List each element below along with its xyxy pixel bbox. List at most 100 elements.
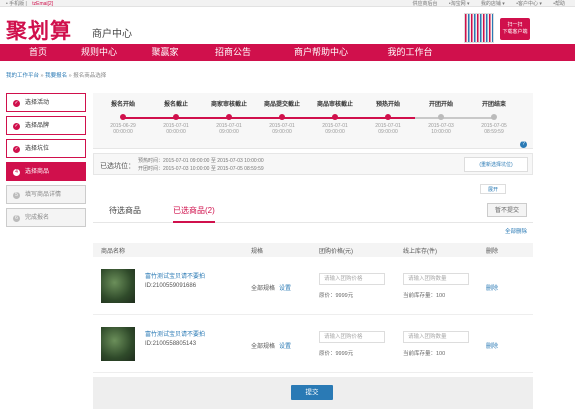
- nav-home[interactable]: 首页: [18, 44, 58, 61]
- timeline-time: 00:00:00: [113, 129, 133, 135]
- timeline-dot: [120, 114, 126, 120]
- col-group-price: 团购价格(元): [319, 249, 353, 255]
- step-label: 填写商品详情: [25, 192, 62, 198]
- product-spec: 全部规格 设置: [251, 341, 291, 350]
- timeline-node: 开团开始 2015-07-03 10:00:00: [414, 99, 468, 135]
- step-number-icon: 4: [13, 169, 20, 176]
- breadcrumb-signup[interactable]: 我要报名: [45, 73, 67, 79]
- step-label: 选择坑位: [25, 146, 50, 152]
- app-button-line1: 扫一扫: [507, 22, 523, 28]
- timeline-node: 商家审核截止 2015-07-01 09:00:00: [202, 99, 256, 135]
- group-price-input[interactable]: 请输入团购价格: [319, 273, 385, 285]
- expand-button[interactable]: 展开: [480, 184, 506, 194]
- qr-code-icon: [464, 13, 494, 43]
- timeline-title: 开团开始: [428, 102, 453, 108]
- main-nav: 首页 规则中心 聚赢家 招商公告 商户帮助中心 我的工作台: [0, 44, 575, 61]
- download-app-button[interactable]: 扫一扫 下载客户端: [500, 18, 530, 40]
- group-price-input[interactable]: 请输入团购价格: [319, 331, 385, 343]
- group-quantity-input[interactable]: 请输入团购数量: [403, 331, 469, 343]
- spec-settings-link[interactable]: 设置: [279, 344, 291, 350]
- site-header: 聚划算 商户中心 扫一扫 下载客户端: [0, 7, 575, 44]
- table-row: 富竹测试宝贝请不要拍 ID:2100558805143 全部规格 设置 请输入团购…: [93, 319, 533, 373]
- timeline-time: 09:00:00: [378, 129, 398, 135]
- timeline-title: 商品审核截止: [316, 102, 353, 108]
- spec-text: 全部规格: [251, 344, 276, 350]
- original-price: 原价：9999元: [319, 293, 354, 299]
- topbar-right: 供应商后台 •淘宝网 ▾ 我的店铺 ▾ •客户中心 ▾ •帮助: [402, 0, 565, 7]
- step-select-product[interactable]: 4 选择商品: [6, 162, 86, 181]
- timeline-title: 商品提交截止: [263, 102, 300, 108]
- tab-selected-products[interactable]: 已选商品(2): [173, 205, 215, 223]
- check-icon: ✓: [13, 100, 20, 107]
- product-name-link[interactable]: 富竹测试宝贝请不要拍: [145, 271, 205, 280]
- current-stock: 当前库存量：100: [403, 293, 446, 299]
- delete-all-link[interactable]: 全部删除: [505, 227, 527, 235]
- selected-slot-panel: 已选坑位： 预热时间：2015-07-01 09:00:00 至 2015-07…: [93, 153, 533, 175]
- delete-link[interactable]: 删除: [486, 341, 498, 350]
- preheat-time: 预热时间：2015-07-01 09:00:00 至 2015-07-03 10…: [138, 158, 264, 164]
- nav-workbench[interactable]: 我的工作台: [378, 44, 442, 61]
- step-select-slot[interactable]: ✓ 选择坑位: [6, 139, 86, 158]
- timeline-dot: [491, 114, 497, 120]
- product-name-link[interactable]: 富竹测试宝贝请不要拍: [145, 329, 205, 338]
- timeline-dot: [279, 114, 285, 120]
- product-id: ID:2100558805143: [145, 341, 197, 347]
- current-stock: 当前库存量：100: [403, 351, 446, 357]
- col-product-name: 商品名称: [101, 249, 126, 255]
- juhuasuan-logo[interactable]: 聚划算: [6, 15, 72, 45]
- timeline-title: 商家审核截止: [210, 102, 247, 108]
- topbar-left: • 手机版 | tzEmai[2]: [6, 0, 53, 7]
- nav-winner[interactable]: 聚赢家: [142, 44, 188, 61]
- check-icon: ✓: [13, 146, 20, 153]
- activity-timeline: 报名开始 2015-06-29 00:00:00 报名截止 2015-07-01…: [93, 93, 533, 149]
- nav-help-center[interactable]: 商户帮助中心: [284, 44, 358, 61]
- product-id: ID:2100559091686: [145, 283, 197, 289]
- timeline-dot: [385, 114, 391, 120]
- step-label: 选择品牌: [25, 123, 50, 129]
- col-delete: 删除: [486, 249, 499, 255]
- breadcrumb-current: 报名商品选择: [73, 73, 107, 79]
- step-select-brand[interactable]: ✓ 选择品牌: [6, 116, 86, 135]
- app-button-line2: 下载客户端: [502, 29, 528, 35]
- timeline-time: 10:00:00: [431, 129, 451, 135]
- timeline-title: 报名截止: [163, 102, 188, 108]
- timeline-dot: [226, 114, 232, 120]
- group-quantity-input[interactable]: 请输入团购数量: [403, 273, 469, 285]
- tab-pending-products[interactable]: 待选商品: [109, 205, 141, 216]
- original-price: 原价：9999元: [319, 351, 354, 357]
- product-thumbnail[interactable]: [101, 327, 135, 361]
- help-icon[interactable]: ?: [520, 141, 527, 148]
- reselect-slot-button[interactable]: (重新选择坑位): [464, 157, 528, 172]
- timeline-title: 预热开始: [375, 102, 400, 108]
- timeline-node: 报名开始 2015-06-29 00:00:00: [96, 99, 150, 135]
- step-sidebar: ✓ 选择活动 ✓ 选择品牌 ✓ 选择坑位 4 选择商品 5 填写商品详情 6 完…: [6, 93, 86, 231]
- timeline-dot: [173, 114, 179, 120]
- product-thumbnail[interactable]: [101, 269, 135, 303]
- timeline-time: 09:00:00: [272, 129, 292, 135]
- check-icon: ✓: [13, 123, 20, 130]
- product-tabs: 待选商品 已选商品(2): [93, 201, 533, 223]
- timeline-node: 开团结束 2015-07-05 08:59:59: [467, 99, 521, 135]
- step-product-details: 5 填写商品详情: [6, 185, 86, 204]
- col-spec: 规格: [251, 249, 264, 255]
- step-select-activity[interactable]: ✓ 选择活动: [6, 93, 86, 112]
- submit-bar: 提交: [93, 377, 533, 409]
- delete-link[interactable]: 删除: [486, 283, 498, 292]
- table-header: 商品名称 规格 团购价格(元) 线上库存(件) 删除: [93, 243, 533, 257]
- submit-button[interactable]: 提交: [291, 385, 333, 400]
- spec-settings-link[interactable]: 设置: [279, 286, 291, 292]
- merchant-center-title: 商户中心: [92, 29, 132, 40]
- timeline-dot: [438, 114, 444, 120]
- timeline-title: 开团结束: [481, 102, 506, 108]
- timeline-time: 09:00:00: [219, 129, 239, 135]
- defer-submit-button[interactable]: 暂不提交: [487, 203, 527, 217]
- slot-times: 预热时间：2015-07-01 09:00:00 至 2015-07-03 10…: [138, 157, 264, 173]
- step-number-icon: 5: [13, 192, 20, 199]
- breadcrumb-workbench[interactable]: 我的工作平台: [6, 73, 39, 79]
- nav-announcements[interactable]: 招商公告: [206, 44, 260, 61]
- step-label: 完成报名: [25, 215, 50, 221]
- timeline-node: 预热开始 2015-07-01 09:00:00: [361, 99, 415, 135]
- nav-rules[interactable]: 规则中心: [72, 44, 126, 61]
- timeline-title: 报名开始: [110, 102, 135, 108]
- step-label: 选择活动: [25, 100, 50, 106]
